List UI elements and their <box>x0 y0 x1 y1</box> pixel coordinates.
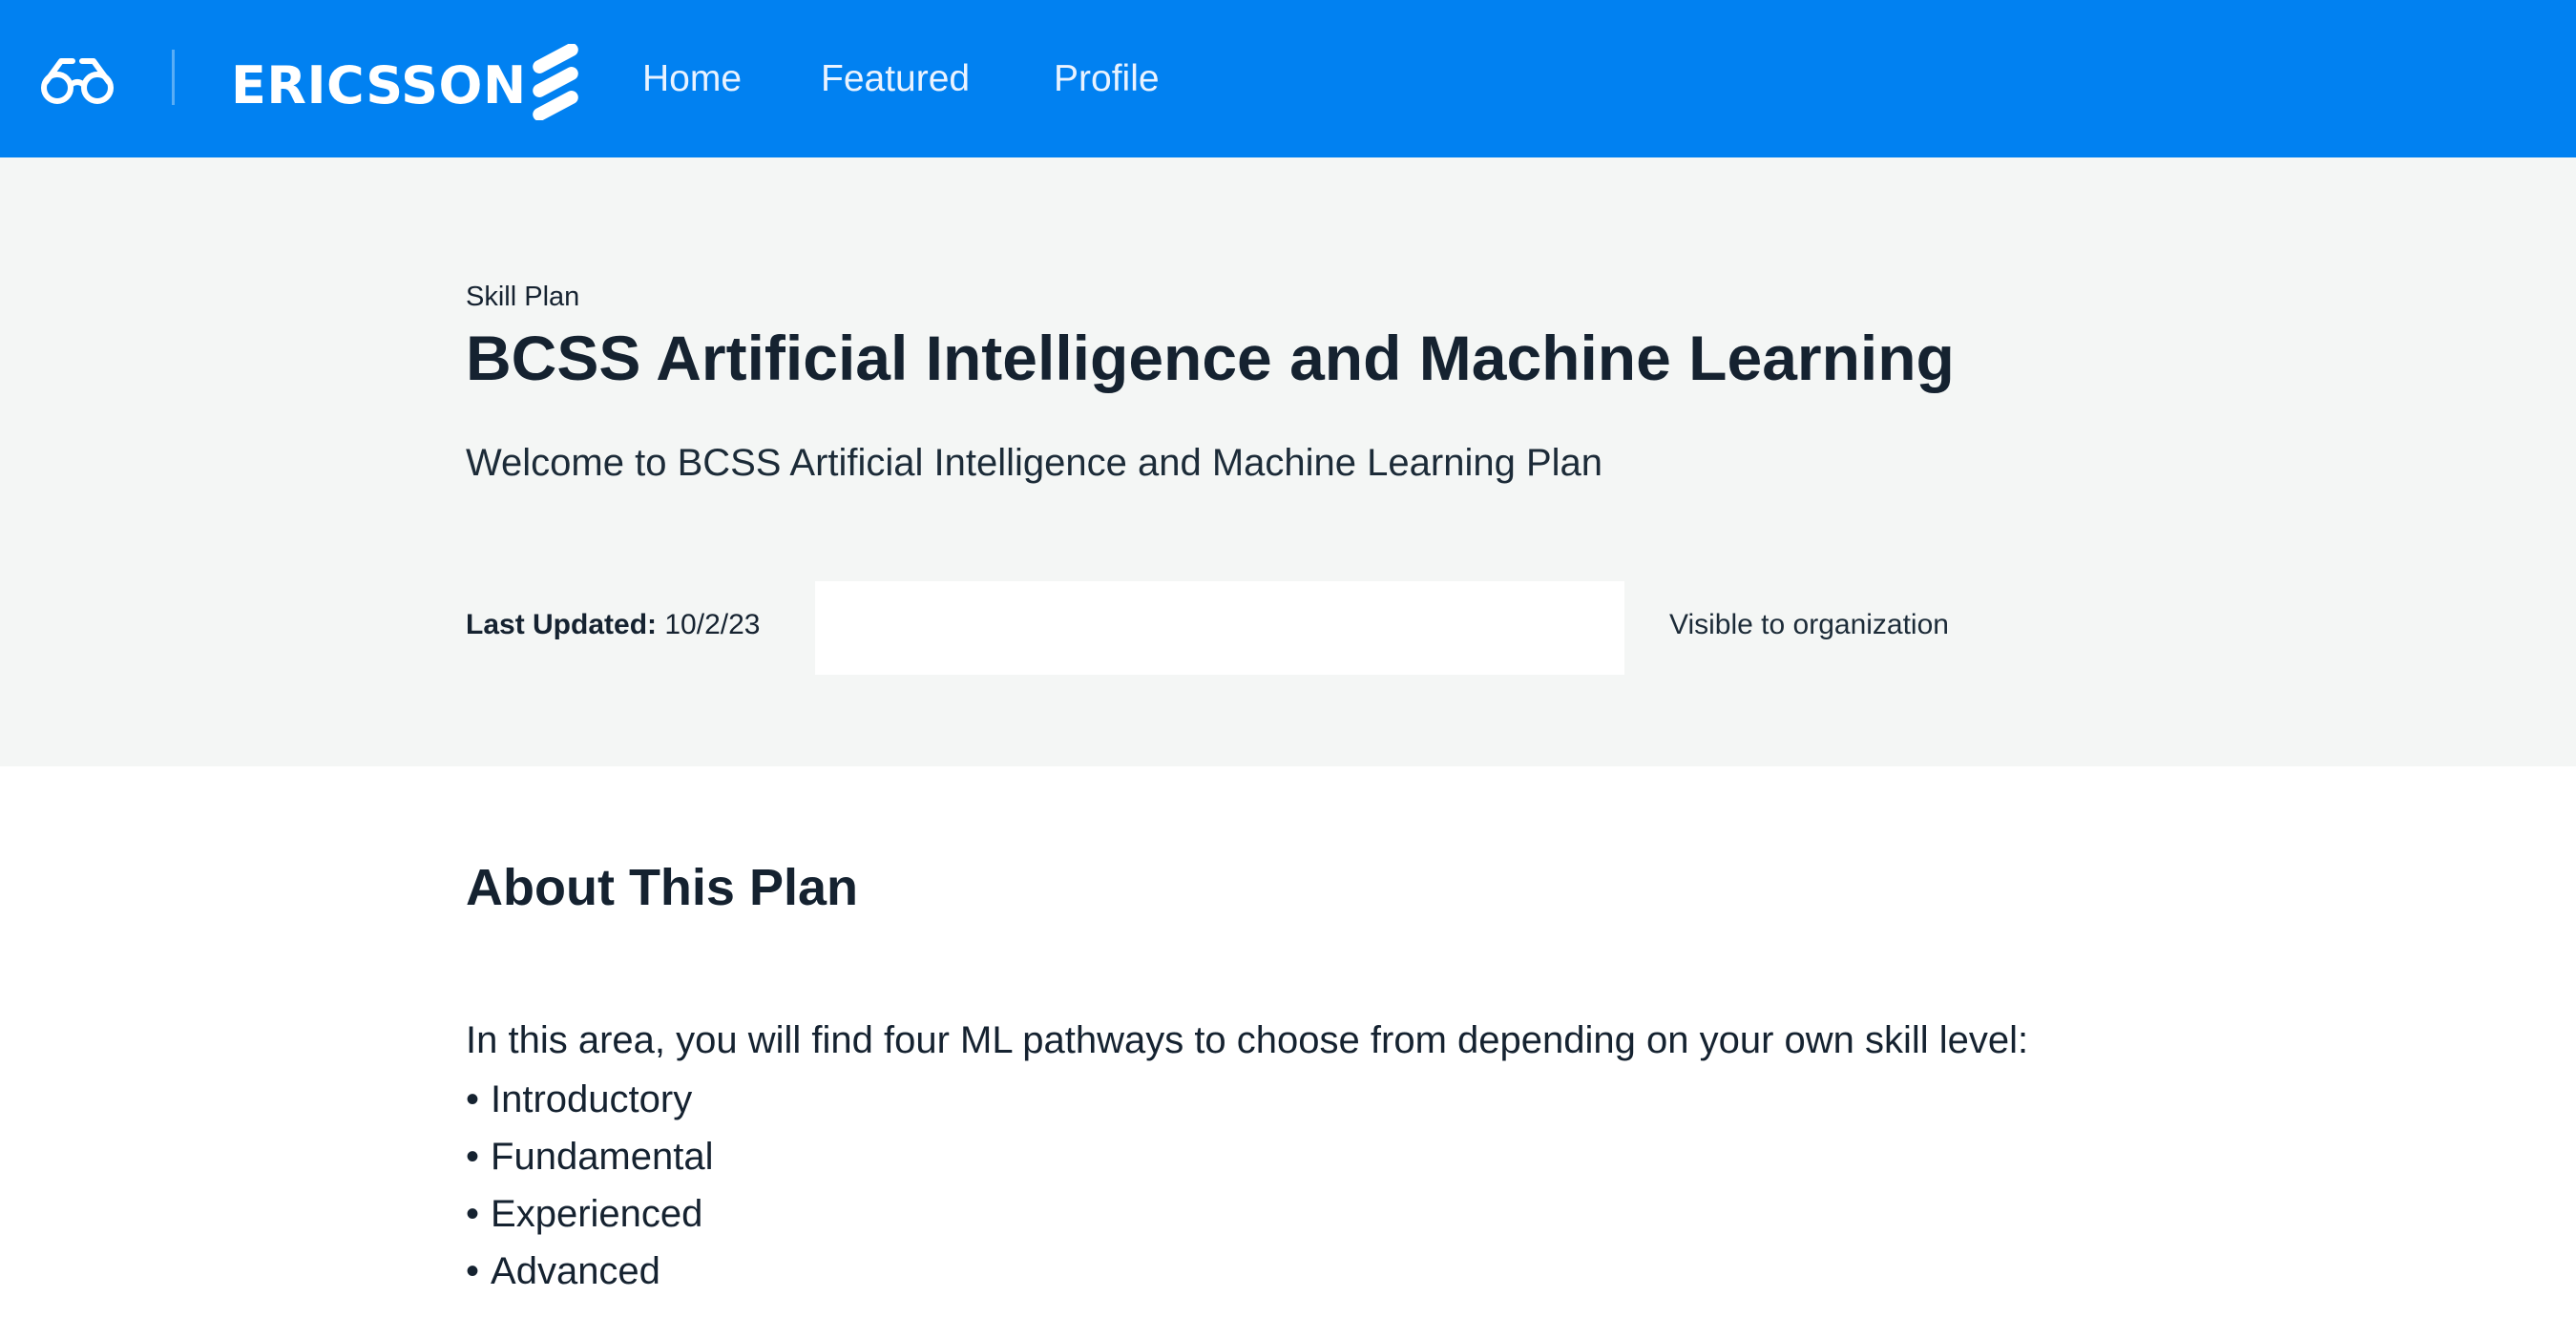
pathway-label: Experienced <box>491 1193 703 1235</box>
top-navigation-bar: ERICSSON Home Featured Profile <box>0 0 2576 157</box>
brand-name[interactable]: ERICSSON <box>231 55 527 116</box>
about-heading: About This Plan <box>466 859 858 916</box>
plan-type-label: Skill Plan <box>466 282 580 312</box>
visibility-status: Visible to organization <box>1669 609 1949 640</box>
pathway-list: • Introductory • Fundamental • Experienced … <box>466 1071 714 1300</box>
ericsson-logo-mark-icon[interactable] <box>527 44 586 120</box>
bullet: • <box>466 1136 480 1178</box>
about-intro: In this area, you will find four ML path… <box>466 1019 2029 1061</box>
nav-featured-link[interactable]: Featured <box>821 55 970 103</box>
list-item: • Introductory <box>466 1071 714 1128</box>
page-title: BCSS Artificial Intelligence and Machine… <box>466 323 1955 393</box>
glasses-icon[interactable] <box>40 53 115 105</box>
plan-meta-panel <box>815 581 1624 675</box>
pathway-label: Fundamental <box>491 1136 714 1178</box>
bullet: • <box>466 1193 480 1235</box>
last-updated: Last Updated: 10/2/23 <box>466 606 760 644</box>
list-item: • Fundamental <box>466 1128 714 1185</box>
list-item: • Experienced <box>466 1185 714 1243</box>
pathway-label: Introductory <box>491 1078 693 1120</box>
last-updated-value: 10/2/23 <box>664 609 761 640</box>
nav-profile-link[interactable]: Profile <box>1054 55 1160 103</box>
nav-home-link[interactable]: Home <box>642 55 742 103</box>
bullet: • <box>466 1078 480 1120</box>
bullet: • <box>466 1250 480 1292</box>
last-updated-label: Last Updated: <box>466 609 658 640</box>
plan-subtitle: Welcome to BCSS Artificial Intelligence … <box>466 442 1603 484</box>
list-item: • Advanced <box>466 1243 714 1300</box>
header-divider <box>172 50 175 105</box>
plan-hero-section: Skill Plan BCSS Artificial Intelligence … <box>0 157 2576 766</box>
pathway-label: Advanced <box>491 1250 660 1292</box>
